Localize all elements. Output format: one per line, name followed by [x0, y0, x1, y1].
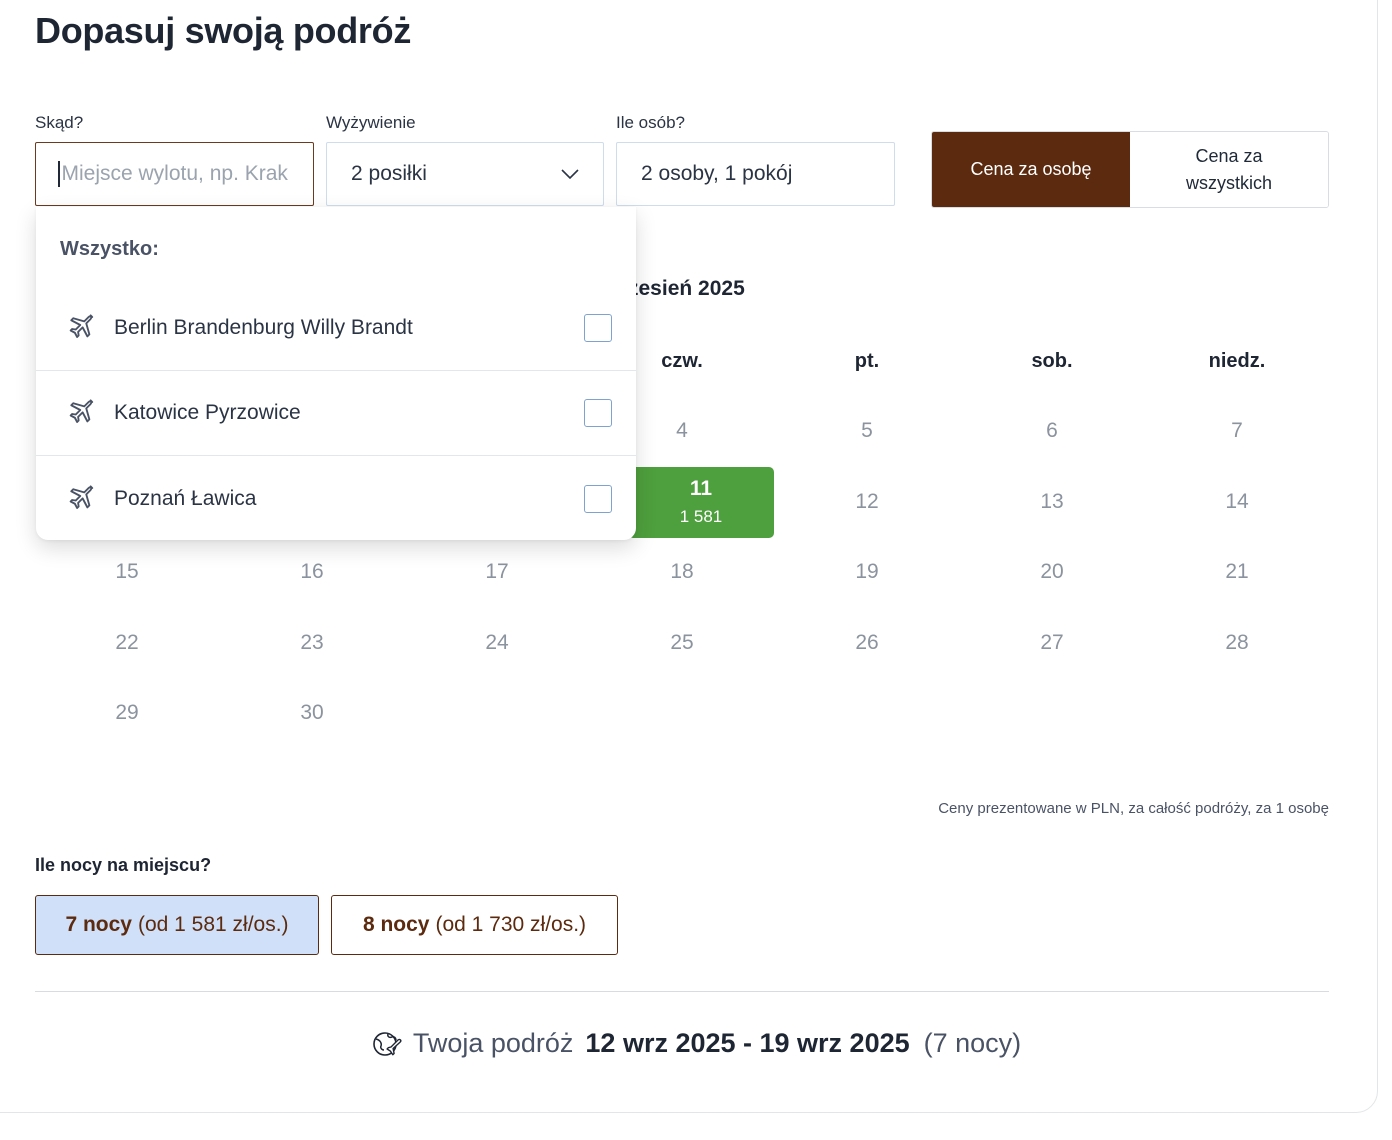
- nights-label: Ile nocy na miejscu?: [35, 855, 212, 875]
- trip-dates: 12 wrz 2025 - 19 wrz 2025: [585, 1027, 910, 1058]
- calendar-day[interactable]: 4: [652, 419, 712, 443]
- plane-icon: [69, 314, 94, 338]
- calendar-day[interactable]: 20: [1022, 560, 1082, 584]
- airport-option-label: Berlin Brandenburg Willy Brandt: [114, 316, 413, 339]
- airport-checkbox[interactable]: [584, 314, 612, 342]
- nights-count: 7 nocy: [65, 913, 132, 936]
- airport-option-label: Poznań Ławica: [114, 486, 257, 510]
- calendar-day[interactable]: 22: [97, 631, 157, 655]
- price-per-person-button[interactable]: Cena za osobę: [932, 132, 1130, 207]
- calendar-day[interactable]: 28: [1207, 631, 1267, 655]
- calendar-day[interactable]: 18: [652, 560, 712, 584]
- trip-summary: Twoja podróż 12 wrz 2025 - 19 wrz 2025 (…: [0, 1027, 1392, 1059]
- calendar-day[interactable]: 6: [1022, 419, 1082, 443]
- calendar-day[interactable]: 7: [1207, 419, 1267, 443]
- departure-input[interactable]: [61, 162, 313, 186]
- price-for-all-button[interactable]: Cena za wszystkich: [1130, 132, 1328, 207]
- airport-option[interactable]: Katowice Pyrzowice: [36, 371, 636, 456]
- calendar-day[interactable]: 30: [282, 701, 342, 725]
- page-title: Dopasuj swoją podróż: [35, 10, 412, 51]
- calendar-day[interactable]: 5: [837, 419, 897, 443]
- weekday-fri: pt.: [854, 350, 880, 372]
- price-mode-toggle: Cena za osobę Cena za wszystkich: [931, 131, 1329, 208]
- persons-value: 2 osoby, 1 pokój: [641, 162, 793, 185]
- calendar-day[interactable]: 25: [652, 631, 712, 655]
- calendar-day[interactable]: 29: [97, 701, 157, 725]
- price-note: Ceny prezentowane w PLN, za całość podró…: [938, 800, 1329, 817]
- airport-checkbox[interactable]: [584, 484, 612, 513]
- departure-dropdown: Wszystko: Berlin Brandenburg Willy Brand…: [36, 207, 636, 540]
- airport-option[interactable]: Berlin Brandenburg Willy Brandt: [36, 286, 636, 371]
- calendar-day[interactable]: 23: [282, 631, 342, 655]
- calendar-day[interactable]: 27: [1022, 631, 1082, 655]
- selected-day-price: 1 581: [679, 507, 723, 526]
- trip-nights: (7 nocy): [923, 1027, 1022, 1058]
- calendar-day[interactable]: 21: [1207, 560, 1267, 584]
- calendar-day[interactable]: 16: [282, 560, 342, 584]
- calendar-day[interactable]: 12: [837, 490, 897, 514]
- nights-option-8[interactable]: 8 nocy (od 1 730 zł/os.): [331, 895, 618, 955]
- price-per-person-label: Cena za osobę: [970, 159, 1092, 179]
- airport-checkbox[interactable]: [584, 399, 612, 427]
- airport-option[interactable]: Poznań Ławica: [36, 456, 636, 541]
- from-label: Skąd?: [35, 113, 84, 132]
- nights-option-7[interactable]: 7 nocy (od 1 581 zł/os.): [35, 895, 319, 955]
- calendar-day[interactable]: 15: [97, 560, 157, 584]
- nights-count: 8 nocy: [362, 913, 430, 936]
- board-label: Wyżywienie: [326, 113, 416, 132]
- globe-plane-icon: [373, 1032, 402, 1056]
- text-cursor: [58, 161, 60, 187]
- calendar-day[interactable]: 17: [467, 560, 527, 584]
- weekday-sat: sob.: [1031, 350, 1073, 372]
- departure-field[interactable]: [35, 142, 314, 206]
- calendar-day[interactable]: 14: [1207, 490, 1267, 514]
- trip-prefix: Twoja podróż: [412, 1027, 574, 1058]
- dropdown-title: Wszystko:: [60, 238, 159, 260]
- calendar-month-title: zesień 2025: [628, 277, 745, 300]
- nights-price: (od 1 581 zł/os.): [137, 913, 289, 936]
- calendar-day-selected[interactable]: 11 1 581: [628, 467, 774, 538]
- weekday-sun: niedz.: [1208, 350, 1266, 372]
- weekday-thu: czw.: [661, 350, 703, 372]
- calendar-day[interactable]: 24: [467, 631, 527, 655]
- selected-day-number: 11: [689, 477, 713, 500]
- calendar-day[interactable]: 13: [1022, 490, 1082, 514]
- persons-field[interactable]: 2 osoby, 1 pokój: [616, 142, 895, 206]
- board-select[interactable]: 2 posiłki: [326, 142, 604, 206]
- calendar-day[interactable]: 26: [837, 631, 897, 655]
- price-for-all-label: Cena za wszystkich: [1185, 145, 1272, 193]
- plane-icon: [69, 484, 94, 509]
- nights-price: (od 1 730 zł/os.): [435, 913, 587, 936]
- calendar-day[interactable]: 19: [837, 560, 897, 584]
- persons-label: Ile osób?: [616, 113, 685, 132]
- airport-option-label: Katowice Pyrzowice: [114, 401, 301, 424]
- chevron-down-icon: [561, 169, 579, 179]
- plane-icon: [69, 399, 94, 423]
- divider: [35, 991, 1329, 992]
- board-select-value: 2 posiłki: [351, 162, 427, 185]
